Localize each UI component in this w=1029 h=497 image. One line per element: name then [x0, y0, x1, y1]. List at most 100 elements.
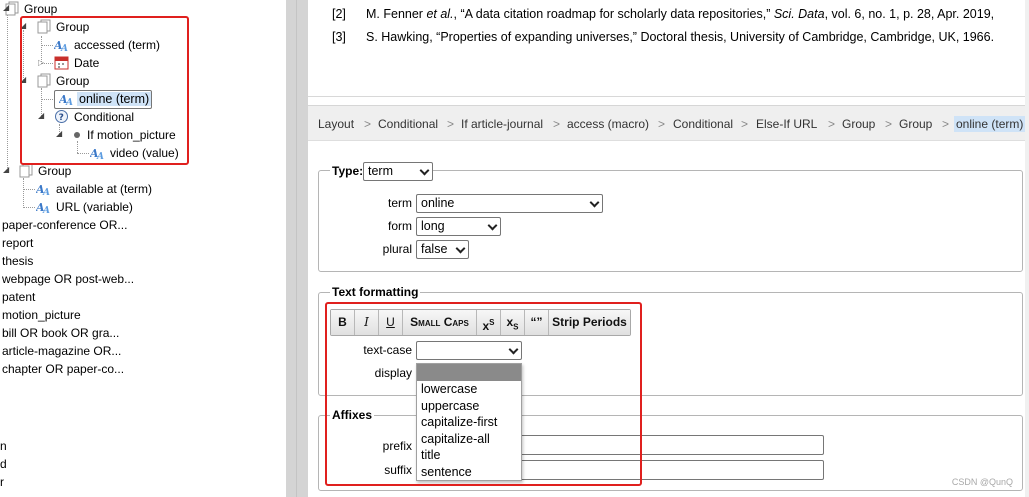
reference-number: [2] [332, 7, 346, 21]
superscript-button[interactable]: xS [477, 310, 501, 335]
select-value: long [421, 219, 445, 233]
strip-periods-button[interactable]: Strip Periods [549, 310, 630, 335]
breadcrumb-separator: > [553, 117, 561, 131]
tree-item[interactable]: thesis [2, 252, 33, 270]
text-term-icon: AA [58, 91, 74, 108]
tree-item[interactable]: paper-conference OR... [2, 216, 127, 234]
breadcrumb: Layout > Conditional > If article-journa… [308, 105, 1029, 141]
type-select[interactable]: term [363, 162, 433, 181]
scrollbar[interactable] [1025, 0, 1029, 497]
term-select[interactable]: online [416, 194, 603, 213]
underline-button[interactable]: U [379, 310, 403, 335]
tree-item[interactable]: article-magazine OR... [2, 342, 121, 360]
dropdown-option-uppercase[interactable]: uppercase [417, 398, 521, 415]
tree-item-cut[interactable]: n [0, 437, 7, 455]
tree-node-video-value[interactable]: A A video (value) [89, 144, 181, 162]
tree-label: Conditional [74, 110, 135, 124]
text-case-select[interactable] [416, 341, 522, 360]
panel-splitter[interactable] [286, 0, 308, 497]
reference-text: M. Fenner [366, 7, 427, 21]
layout-tree-panel: Group ◢ Group ◢ A Aaccessed (term) Date ▷… [0, 0, 286, 497]
dropdown-option-blank[interactable] [417, 364, 521, 381]
tree-item[interactable]: motion_picture [2, 306, 81, 324]
breadcrumb-item[interactable]: access (macro) [567, 106, 649, 142]
tree-label: Group [56, 74, 90, 88]
tree-node-available-at-term[interactable]: A A available at (term) [35, 180, 154, 198]
form-label: form [388, 219, 412, 233]
text-case-label: text-case [363, 343, 412, 357]
term-label: term [388, 196, 412, 210]
dropdown-option-lowercase[interactable]: lowercase [417, 381, 521, 398]
collapse-toggle-icon[interactable]: ◢ [20, 22, 28, 30]
select-value: false [421, 242, 448, 256]
breadcrumb-current-label: online (term) [954, 116, 1026, 132]
plural-select[interactable]: false [416, 240, 469, 259]
watermark: CSDN @QunQ [951, 477, 1013, 487]
tree-item[interactable]: chapter OR paper-co... [2, 360, 124, 378]
dropdown-option-capitalize-first[interactable]: capitalize-first [417, 414, 521, 431]
dropdown-option-sentence[interactable]: sentence [417, 464, 521, 481]
italic-button[interactable]: I [355, 310, 379, 335]
tree-node-group-top[interactable]: Group [4, 0, 59, 18]
display-label: display [374, 366, 412, 380]
divider [308, 96, 1029, 97]
reference-text: S. Hawking, “Properties of expanding uni… [366, 30, 995, 44]
svg-text:?: ? [59, 113, 64, 123]
breadcrumb-current[interactable]: online (term) [954, 106, 1026, 142]
reference-text: , “A data citation roadmap for scholarly… [453, 7, 774, 21]
subscript-button[interactable]: xS [501, 310, 525, 335]
tree-label: Group [56, 20, 90, 34]
collapse-toggle-icon[interactable]: ◢ [3, 166, 11, 174]
collapse-toggle-icon[interactable]: ◢ [38, 112, 46, 120]
button-sup: S [489, 318, 495, 327]
tree-item[interactable]: patent [2, 288, 35, 306]
chevron-down-icon [589, 197, 600, 208]
tree-item-cut[interactable]: d [0, 455, 7, 473]
reference-entry: [2] M. Fenner et al., “A data citation ro… [332, 5, 994, 23]
breadcrumb-separator: > [942, 117, 950, 131]
group-icon [36, 19, 51, 34]
breadcrumb-separator: > [658, 117, 666, 131]
breadcrumb-item[interactable]: Layout [318, 106, 354, 142]
bold-button[interactable]: B [331, 310, 355, 335]
prefix-label: prefix [382, 439, 412, 453]
breadcrumb-item[interactable]: Group [899, 106, 932, 142]
quotes-button[interactable]: “” [525, 310, 549, 335]
breadcrumb-item[interactable]: If article-journal [461, 106, 543, 142]
collapse-toggle-icon[interactable]: ◢ [56, 130, 64, 138]
tree-item[interactable]: report [2, 234, 33, 252]
tree-node-group[interactable]: Group [36, 18, 91, 36]
group-icon [36, 73, 51, 88]
tree-node-conditional[interactable]: ? Conditional [54, 108, 136, 126]
tree-item[interactable]: webpage OR post-web... [2, 270, 134, 288]
tree-item-cut[interactable]: r [0, 473, 4, 491]
chevron-down-icon [455, 243, 466, 254]
button-sub: S [513, 322, 519, 332]
tree-node-group[interactable]: Group [18, 162, 73, 180]
select-value: term [368, 164, 393, 178]
type-legend: Type: [330, 164, 366, 178]
tree-node-date[interactable]: Date [54, 54, 101, 72]
breadcrumb-item[interactable]: Conditional [378, 106, 438, 142]
tree-node-url-variable[interactable]: A A URL (variable) [35, 198, 135, 216]
tree-node-online-term[interactable]: A Aonline (term) [54, 90, 153, 109]
tree-item[interactable]: bill OR book OR gra... [2, 324, 119, 342]
dropdown-option-title[interactable]: title [417, 447, 521, 464]
collapse-toggle-icon[interactable]: ◢ [3, 4, 11, 12]
suffix-label: suffix [384, 463, 412, 477]
breadcrumb-item[interactable]: Else-If URL [756, 106, 817, 142]
breadcrumb-item[interactable]: Conditional [673, 106, 733, 142]
question-circle-icon: ? [54, 109, 69, 124]
form-select[interactable]: long [416, 217, 501, 236]
bullet-icon [72, 127, 82, 142]
tree-label: online (term) [77, 92, 152, 106]
breadcrumb-item[interactable]: Group [842, 106, 875, 142]
tree-node-if-motion-picture[interactable]: If motion_picture [72, 126, 178, 144]
tree-node-accessed-term[interactable]: A A accessed (term) [53, 36, 162, 54]
dropdown-option-capitalize-all[interactable]: capitalize-all [417, 431, 521, 448]
breadcrumb-separator: > [447, 117, 455, 131]
tree-node-group[interactable]: Group [36, 72, 91, 90]
collapse-toggle-icon[interactable]: ◢ [20, 76, 28, 84]
expand-toggle-icon[interactable]: ▷ [38, 59, 46, 67]
small-caps-button[interactable]: Small Caps [403, 310, 477, 335]
